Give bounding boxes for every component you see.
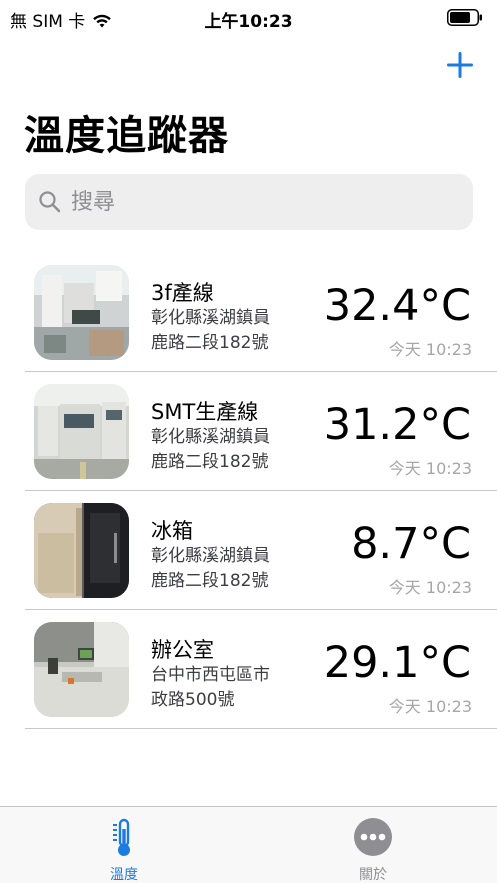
address-line-2: 鹿路二段182號 <box>151 571 269 591</box>
tab-label: 溫度 <box>110 867 138 883</box>
item-name: 辦公室 <box>151 638 214 662</box>
page-title: 溫度追蹤器 <box>24 113 229 159</box>
item-name: 3f產線 <box>151 281 214 305</box>
more-icon <box>354 818 392 856</box>
item-address: 彰化縣溪湖鎮員 鹿路二段182號 <box>151 425 291 475</box>
item-temperature: 29.1°C <box>323 638 471 688</box>
device-list: 3f產線 彰化縣溪湖鎮員 鹿路二段182號 32.4°C 今天 10:23 SM… <box>0 253 497 729</box>
list-item[interactable]: 辦公室 台中市西屯區市 政路500號 29.1°C 今天 10:23 <box>0 610 497 729</box>
item-updated-time: 今天 10:23 <box>388 459 472 478</box>
add-button[interactable] <box>445 50 475 80</box>
list-item[interactable]: 冰箱 彰化縣溪湖鎮員 鹿路二段182號 8.7°C 今天 10:23 <box>0 491 497 610</box>
row-divider <box>25 728 497 729</box>
search-icon <box>39 191 61 213</box>
tab-temperature[interactable]: 溫度 <box>0 807 248 883</box>
thermometer-icon <box>113 818 130 856</box>
address-line-2: 鹿路二段182號 <box>151 452 269 472</box>
item-updated-time: 今天 10:23 <box>388 340 472 359</box>
item-temperature: 32.4°C <box>323 281 471 331</box>
item-name: SMT生產線 <box>151 400 259 424</box>
address-line-1: 彰化縣溪湖鎮員 <box>151 427 270 447</box>
tab-label: 關於 <box>359 867 387 883</box>
address-line-2: 鹿路二段182號 <box>151 333 269 353</box>
item-temperature: 31.2°C <box>323 400 471 450</box>
address-line-1: 彰化縣溪湖鎮員 <box>151 546 270 566</box>
smt-machine-photo <box>34 384 129 479</box>
app-screen: 無 SIM 卡 上午10:23 溫度追蹤器 搜尋 3f產線 彰化縣溪湖鎮員 鹿路… <box>0 0 497 883</box>
tab-about[interactable]: 關於 <box>249 807 497 883</box>
item-address: 彰化縣溪湖鎮員 鹿路二段182號 <box>151 306 291 356</box>
item-name: 冰箱 <box>151 519 193 543</box>
search-input[interactable] <box>71 189 451 215</box>
list-item[interactable]: 3f產線 彰化縣溪湖鎮員 鹿路二段182號 32.4°C 今天 10:23 <box>0 253 497 372</box>
fridge-photo <box>34 503 129 598</box>
plus-icon <box>447 52 473 78</box>
address-line-1: 台中市西屯區市 <box>151 665 270 685</box>
item-updated-time: 今天 10:23 <box>388 578 472 597</box>
tab-bar: 溫度 關於 <box>0 806 497 883</box>
item-address: 彰化縣溪湖鎮員 鹿路二段182號 <box>151 544 291 594</box>
office-photo <box>34 622 129 717</box>
address-line-1: 彰化縣溪湖鎮員 <box>151 308 270 328</box>
factory-line-photo <box>34 265 129 360</box>
status-time: 上午10:23 <box>204 12 293 32</box>
address-line-2: 政路500號 <box>151 690 235 710</box>
item-address: 台中市西屯區市 政路500號 <box>151 663 291 713</box>
item-updated-time: 今天 10:23 <box>388 697 472 716</box>
status-bar: 無 SIM 卡 上午10:23 <box>0 0 497 34</box>
item-temperature: 8.7°C <box>351 519 471 569</box>
list-item[interactable]: SMT生產線 彰化縣溪湖鎮員 鹿路二段182號 31.2°C 今天 10:23 <box>0 372 497 491</box>
battery-icon <box>447 9 482 26</box>
search-bar[interactable] <box>25 174 473 230</box>
